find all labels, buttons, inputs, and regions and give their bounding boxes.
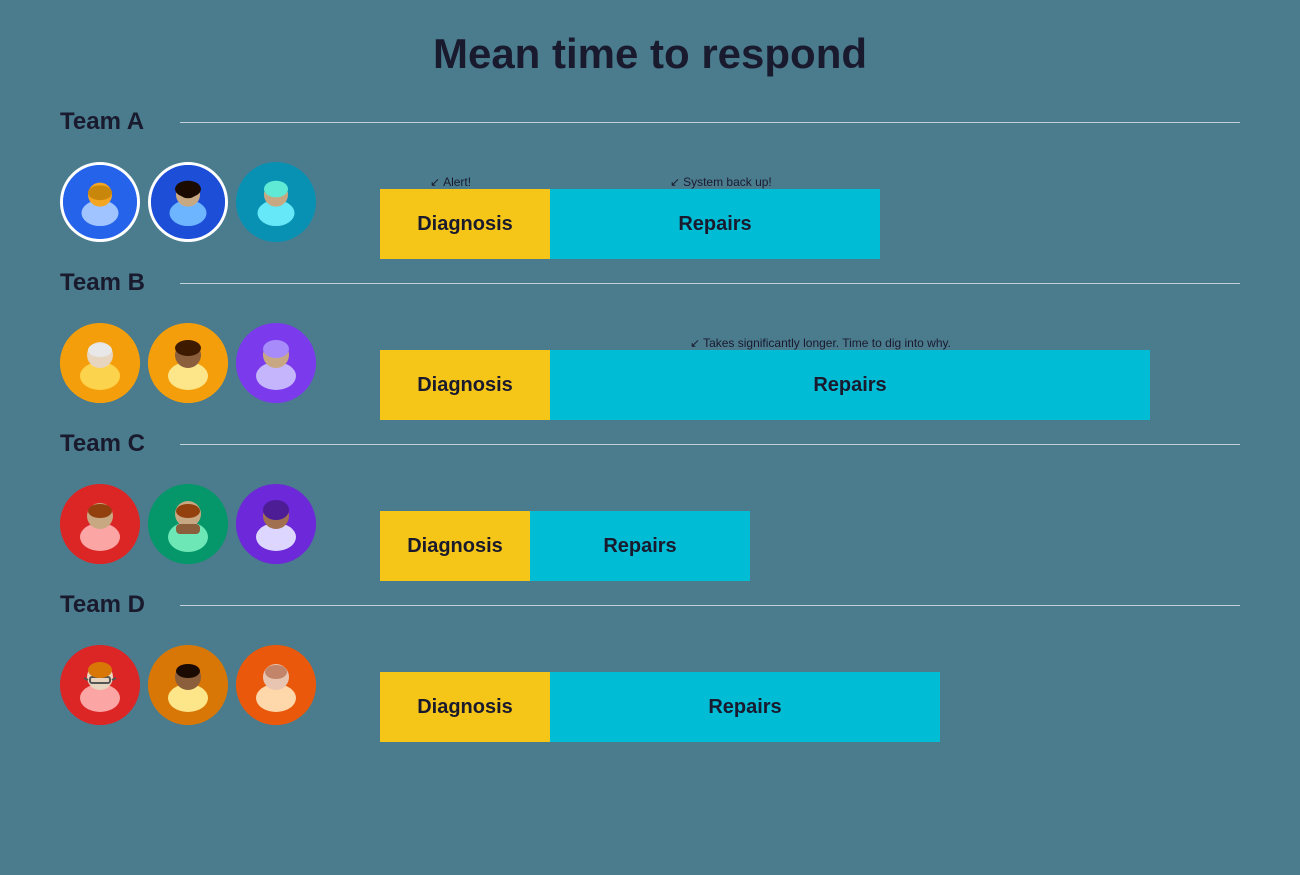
team-c-avatar-1 bbox=[60, 484, 140, 564]
team-d-avatars bbox=[60, 645, 380, 725]
team-a-header: Team A bbox=[60, 108, 1240, 136]
team-d-bars: Diagnosis Repairs bbox=[380, 672, 1240, 742]
team-a-bar-area: ↙ Alert! ↙ System back up! Diagnosis Rep… bbox=[380, 144, 1240, 259]
team-b-section: Team B bbox=[60, 269, 1240, 430]
page-title: Mean time to respond bbox=[433, 30, 867, 78]
team-a-bars: Diagnosis Repairs bbox=[380, 189, 1240, 259]
team-c-header: Team C bbox=[60, 430, 1240, 458]
team-c-avatar-3 bbox=[236, 484, 316, 564]
team-d-section: Team D bbox=[60, 591, 1240, 752]
team-d-avatar-3 bbox=[236, 645, 316, 725]
team-c-divider bbox=[180, 444, 1240, 445]
team-c-repairs-bar: Repairs bbox=[530, 511, 750, 581]
team-b-repairs-bar: Repairs bbox=[550, 350, 1150, 420]
team-b-annotation-1: ↙ Takes significantly longer. Time to di… bbox=[690, 336, 951, 350]
team-b-label: Team B bbox=[60, 269, 180, 297]
team-b-avatar-3 bbox=[236, 323, 316, 403]
team-a-annotation-2: ↙ System back up! bbox=[670, 175, 772, 189]
team-c-row: Diagnosis Repairs bbox=[60, 466, 1240, 581]
team-b-divider bbox=[180, 283, 1240, 284]
team-d-avatar-2 bbox=[148, 645, 228, 725]
team-a-repairs-bar: Repairs bbox=[550, 189, 880, 259]
team-a-avatar-2 bbox=[148, 162, 228, 242]
team-a-avatar-1 bbox=[60, 162, 140, 242]
team-c-label: Team C bbox=[60, 430, 180, 458]
team-d-avatar-1 bbox=[60, 645, 140, 725]
team-c-avatar-2 bbox=[148, 484, 228, 564]
team-a-avatar-3 bbox=[236, 162, 316, 242]
team-a-label: Team A bbox=[60, 108, 180, 136]
team-b-bar-area: ↙ Takes significantly longer. Time to di… bbox=[380, 305, 1240, 420]
team-b-avatars bbox=[60, 323, 380, 403]
team-c-diagnosis-bar: Diagnosis bbox=[380, 511, 530, 581]
team-d-label: Team D bbox=[60, 591, 180, 619]
team-b-diagnosis-bar: Diagnosis bbox=[380, 350, 550, 420]
team-c-avatars bbox=[60, 484, 380, 564]
team-b-avatar-1 bbox=[60, 323, 140, 403]
team-a-divider bbox=[180, 122, 1240, 123]
team-d-row: Diagnosis Repairs bbox=[60, 627, 1240, 742]
chart-container: Team A bbox=[60, 108, 1240, 752]
team-a-row: ↙ Alert! ↙ System back up! Diagnosis Rep… bbox=[60, 144, 1240, 259]
team-d-divider bbox=[180, 605, 1240, 606]
team-b-avatar-2 bbox=[148, 323, 228, 403]
team-b-row: ↙ Takes significantly longer. Time to di… bbox=[60, 305, 1240, 420]
team-d-header: Team D bbox=[60, 591, 1240, 619]
team-b-bars: Diagnosis Repairs bbox=[380, 350, 1240, 420]
team-a-annotation-1: ↙ Alert! bbox=[430, 175, 471, 189]
team-d-repairs-bar: Repairs bbox=[550, 672, 940, 742]
team-a-avatars bbox=[60, 162, 380, 242]
team-c-section: Team C bbox=[60, 430, 1240, 591]
team-c-bar-area: Diagnosis Repairs bbox=[380, 466, 1240, 581]
team-d-bar-area: Diagnosis Repairs bbox=[380, 627, 1240, 742]
team-c-bars: Diagnosis Repairs bbox=[380, 511, 1240, 581]
team-d-diagnosis-bar: Diagnosis bbox=[380, 672, 550, 742]
team-a-diagnosis-bar: Diagnosis bbox=[380, 189, 550, 259]
team-b-header: Team B bbox=[60, 269, 1240, 297]
team-a-section: Team A bbox=[60, 108, 1240, 269]
